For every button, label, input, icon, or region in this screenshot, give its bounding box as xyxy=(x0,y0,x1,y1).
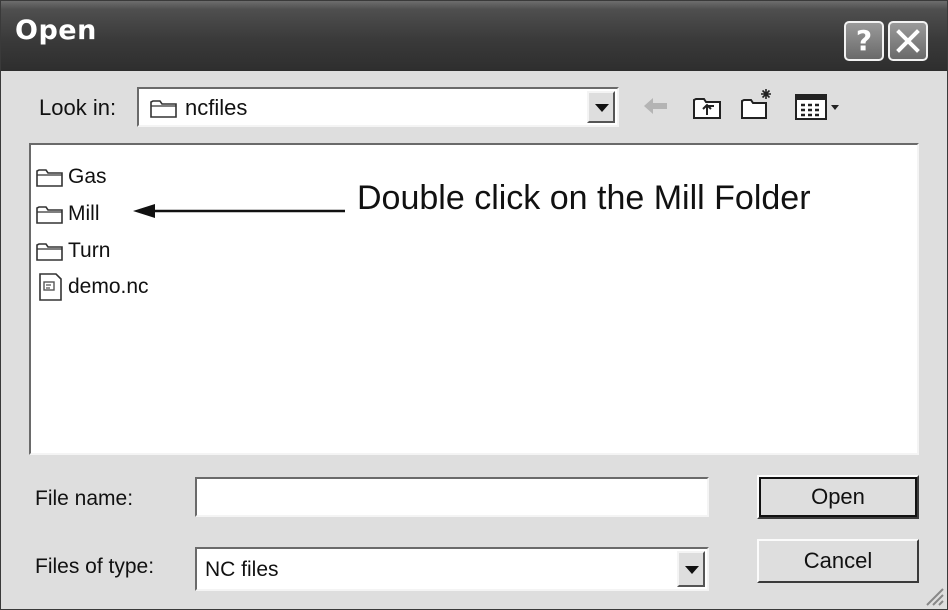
list-item-demo-nc[interactable]: demo.nc xyxy=(35,271,149,303)
look-in-dropdown-button[interactable] xyxy=(587,91,615,123)
title-bar[interactable]: Open ? xyxy=(1,1,947,71)
resize-grip-icon[interactable] xyxy=(923,585,945,607)
file-name-label: Mill xyxy=(68,202,100,225)
list-item-turn[interactable]: Turn xyxy=(35,235,110,267)
close-icon xyxy=(896,29,920,53)
file-name-label: Gas xyxy=(68,165,107,188)
folder-icon xyxy=(36,243,63,261)
document-icon xyxy=(39,273,62,301)
file-type-label: Files of type: xyxy=(35,555,155,578)
annotation-arrow-icon xyxy=(133,204,345,218)
list-item-mill[interactable]: Mill xyxy=(35,198,100,230)
new-folder-icon[interactable] xyxy=(739,87,775,121)
look-in-value: ncfiles xyxy=(185,95,248,120)
annotation-text: Double click on the Mill Folder xyxy=(357,179,811,217)
folder-icon xyxy=(150,100,177,118)
look-in-dropdown[interactable]: ncfiles xyxy=(137,87,619,127)
back-arrow-icon[interactable] xyxy=(641,93,671,119)
dialog-title: Open xyxy=(15,15,97,46)
look-in-label: Look in: xyxy=(39,95,117,120)
open-button[interactable]: Open xyxy=(757,475,919,519)
file-name-input[interactable] xyxy=(195,477,709,517)
file-name-label: demo.nc xyxy=(68,275,149,298)
help-icon: ? xyxy=(855,24,873,57)
folder-icon xyxy=(36,206,63,224)
file-list[interactable]: Gas Mill Turn demo.nc Double click on th… xyxy=(29,143,919,455)
help-button[interactable]: ? xyxy=(844,21,884,61)
file-type-value: NC files xyxy=(205,558,279,581)
list-item-gas[interactable]: Gas xyxy=(35,161,107,193)
file-name-label: File name: xyxy=(35,487,134,510)
file-type-dropdown[interactable]: NC files xyxy=(195,547,709,591)
file-name-label: Turn xyxy=(68,239,111,262)
up-one-level-icon[interactable] xyxy=(691,93,723,121)
folder-icon xyxy=(36,169,63,187)
views-menu-icon[interactable] xyxy=(794,93,844,121)
open-dialog: Open ? Look in: ncfiles Gas Mill Turn de… xyxy=(0,0,948,610)
file-type-dropdown-button[interactable] xyxy=(677,551,705,587)
close-button[interactable] xyxy=(888,21,928,61)
cancel-button[interactable]: Cancel xyxy=(757,539,919,583)
